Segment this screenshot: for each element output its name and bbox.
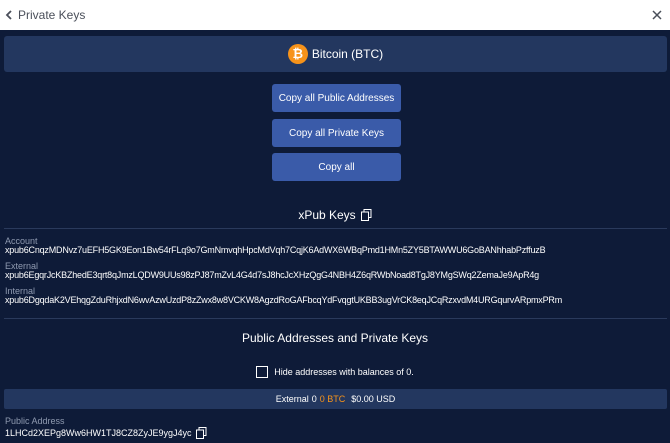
- public-address-label: Public Address: [5, 416, 65, 426]
- copy-all-public-addresses-button[interactable]: Copy all Public Addresses: [272, 84, 401, 112]
- title-bar: Private Keys: [0, 0, 670, 30]
- title-left: Private Keys: [4, 8, 85, 22]
- public-address-row: 1LHCd2XEPg8Ww6HW1TJ8CZ8ZyJE9ygJ4yc: [5, 427, 207, 439]
- balance-group-label: External: [275, 394, 309, 404]
- balance-usd: $0.00 USD: [351, 394, 396, 404]
- hide-zero-balance-label: Hide addresses with balances of 0.: [274, 367, 414, 377]
- external-balance-bar: External 0 0 BTC $0.00 USD: [4, 389, 667, 409]
- bitcoin-icon: ₿: [287, 44, 308, 64]
- external-xpub-value[interactable]: xpub6EgqrJcKBZhedE3qrt8qJmzLQDW9UUs98zPJ…: [5, 270, 665, 280]
- account-xpub-value[interactable]: xpub6CnqzMDNvz7uEFH5GK9Eon1Bw54rFLq9o7Gm…: [5, 245, 665, 255]
- balance-count: 0: [311, 394, 317, 404]
- internal-xpub-value[interactable]: xpub6DgqdaK2VEhqgZduRhjxdN6wvAzwUzdP8zZw…: [5, 295, 665, 305]
- xpub-keys-heading: xPub Keys: [298, 208, 356, 222]
- addresses-title: Public Addresses and Private Keys: [0, 331, 670, 345]
- copy-address-icon[interactable]: [195, 427, 207, 439]
- xpub-divider: [4, 228, 667, 229]
- copy-all-private-keys-button[interactable]: Copy all Private Keys: [272, 119, 401, 147]
- chevron-left-icon[interactable]: [4, 9, 14, 21]
- addresses-heading: Public Addresses and Private Keys: [241, 331, 429, 345]
- close-icon[interactable]: [650, 8, 664, 22]
- section-divider: [4, 318, 667, 319]
- xpub-keys-title: xPub Keys: [0, 208, 670, 222]
- coin-label: Bitcoin (BTC): [311, 47, 384, 61]
- hide-zero-balance-checkbox[interactable]: [256, 366, 269, 378]
- hide-zero-balance-row: Hide addresses with balances of 0.: [0, 366, 670, 378]
- copy-icon[interactable]: [360, 209, 372, 221]
- copy-all-button[interactable]: Copy all: [272, 153, 401, 181]
- window-title: Private Keys: [18, 8, 86, 22]
- public-address-value[interactable]: 1LHCd2XEPg8Ww6HW1TJ8CZ8ZyJE9ygJ4yc: [5, 428, 192, 438]
- balance-btc: 0 BTC: [319, 394, 346, 404]
- coin-header: ₿ Bitcoin (BTC): [4, 36, 667, 72]
